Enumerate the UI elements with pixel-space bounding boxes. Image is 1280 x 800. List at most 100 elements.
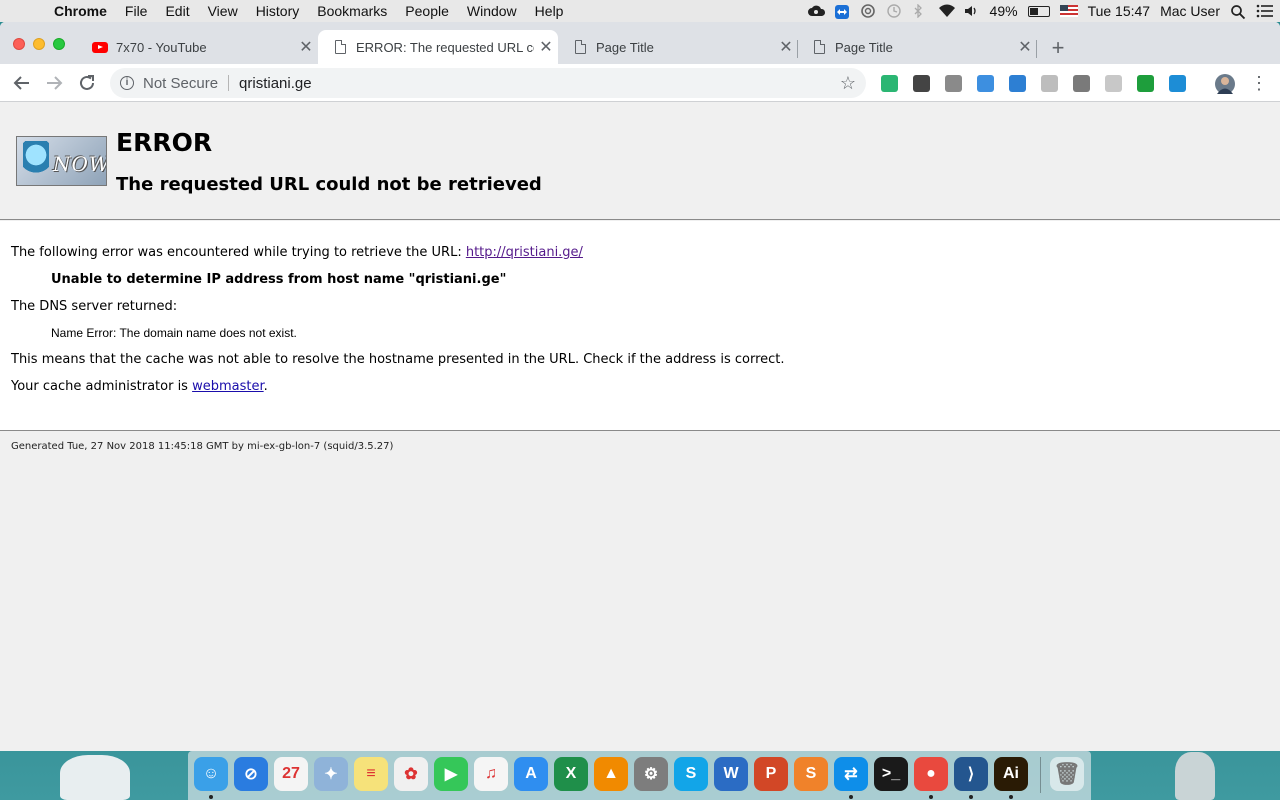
menu-bar: Chrome File Edit View History Bookmarks … [0,0,1280,22]
itunes-icon[interactable]: ♫ [474,757,508,791]
document-icon [332,39,348,55]
tab-close-icon[interactable]: ✕ [534,37,558,57]
wifi-icon[interactable] [938,4,955,18]
shield-extension-icon[interactable] [945,75,962,92]
dock-glyph: ⊘ [244,766,258,783]
vscode-icon[interactable]: ⟩ [954,757,988,791]
bluetooth-icon[interactable] [912,3,928,19]
dock-glyph: ⚙ [643,766,659,783]
spotlight-icon[interactable] [1230,4,1246,20]
dock-glyph: ✦ [324,766,338,783]
clock[interactable]: Tue 15:47 [1088,3,1151,19]
excel-icon[interactable]: X [554,757,588,791]
tab-youtube[interactable]: 7x70 - YouTube ✕ [78,30,318,64]
tab-close-icon[interactable]: ✕ [774,37,798,57]
dock-glyph: S [805,765,817,782]
squid-logo: NOW [16,136,107,186]
trash-icon[interactable]: 🗑 [1050,757,1084,791]
security-label[interactable]: Not Secure [143,75,218,92]
system-preferences-icon[interactable]: ⚙ [634,757,668,791]
green-extension-icon[interactable] [881,75,898,92]
terminal-icon[interactable]: >_ [874,757,908,791]
powerpoint-icon[interactable]: P [754,757,788,791]
green-download-extension-icon[interactable] [1137,75,1154,92]
s-extension-icon[interactable] [1169,75,1186,92]
vee-extension-icon[interactable] [1073,75,1090,92]
safari-icon[interactable]: ⊘ [234,757,268,791]
zoom-window-button[interactable] [53,38,65,50]
bookmark-star-icon[interactable]: ☆ [840,73,856,94]
tab-separator [1036,40,1037,58]
illustrator-icon[interactable]: Ai [994,757,1028,791]
skype-icon[interactable]: S [674,757,708,791]
dns-message: Name Error: The domain name does not exi… [51,326,297,340]
menu-help[interactable]: Help [526,3,573,19]
us-flag-icon[interactable] [1059,5,1078,17]
teamviewer-status-icon[interactable] [834,4,850,19]
tab-page-title[interactable]: Page Title ✕ [558,30,798,64]
calendar-icon[interactable]: 27 [274,757,308,791]
menu-window[interactable]: Window [458,3,526,19]
forward-button[interactable] [41,70,67,96]
error-subtitle: The requested URL could not be retrieved [116,174,542,195]
info-icon[interactable]: i [120,76,134,90]
error-title: ERROR [116,128,213,157]
notes-icon[interactable]: ≡ [354,757,388,791]
chrome-icon[interactable]: ● [914,757,948,791]
cc-sync-icon[interactable] [860,4,876,18]
mail-extension-icon[interactable] [1105,75,1122,92]
vlc-icon[interactable]: ▲ [594,757,628,791]
profile-avatar[interactable] [1215,74,1235,94]
tab-close-icon[interactable]: ✕ [1013,37,1037,57]
menu-edit[interactable]: Edit [156,3,198,19]
error-body: The following error was encountered whil… [0,221,1280,431]
minimize-window-button[interactable] [33,38,45,50]
volume-icon[interactable] [964,4,980,18]
download-arrow-extension-icon[interactable] [1009,75,1026,92]
app-store-icon[interactable]: A [514,757,548,791]
teamviewer-icon[interactable]: ⇄ [834,757,868,791]
facetime-icon[interactable]: ▶ [434,757,468,791]
wallpaper-boat [1175,752,1215,800]
menu-app-name[interactable]: Chrome [42,3,116,19]
intro-text: The following error was encountered whil… [11,245,466,260]
battery-icon[interactable] [1027,5,1050,17]
battery-percent[interactable]: 49% [990,3,1018,19]
intro-paragraph: The following error was encountered whil… [11,245,583,260]
menu-people[interactable]: People [396,3,458,19]
page-content: NOW ERROR The requested URL could not be… [0,102,1280,751]
dock-glyph: ⇄ [844,766,858,783]
menu-history[interactable]: History [247,3,309,19]
chrome-menu-icon[interactable]: ⋮ [1250,72,1268,94]
word-icon[interactable]: W [714,757,748,791]
creative-cloud-icon[interactable] [807,4,825,18]
close-window-button[interactable] [13,38,25,50]
address-bar[interactable]: i Not Secure qristiani.ge ☆ [110,68,866,98]
finder-icon[interactable]: ☺ [194,757,228,791]
tab-error-page[interactable]: ERROR: The requested URL co ✕ [318,30,558,64]
notification-center-icon[interactable] [1256,4,1273,18]
menu-view[interactable]: View [199,3,247,19]
calendar-extension-icon[interactable] [1041,75,1058,92]
preview-icon[interactable]: ✦ [314,757,348,791]
document-icon [572,39,588,55]
running-indicator [849,795,853,799]
menu-bookmarks[interactable]: Bookmarks [308,3,396,19]
new-tab-button[interactable]: + [1046,36,1070,60]
blue-square-extension-icon[interactable] [977,75,994,92]
tab-page-title-2[interactable]: Page Title ✕ [797,30,1037,64]
url-text[interactable]: qristiani.ge [239,75,312,92]
sublime-text-icon[interactable]: S [794,757,828,791]
back-button[interactable] [9,70,35,96]
requested-url-link[interactable]: http://qristiani.ge/ [466,245,583,260]
admin-prefix: Your cache administrator is [11,379,193,394]
photos-icon[interactable]: ✿ [394,757,428,791]
time-machine-icon[interactable] [886,4,902,18]
dock-glyph: 27 [282,765,300,782]
webmaster-link[interactable]: webmaster [192,379,264,394]
film-reel-extension-icon[interactable] [913,75,930,92]
user-name[interactable]: Mac User [1160,3,1220,19]
menu-file[interactable]: File [116,3,157,19]
tab-close-icon[interactable]: ✕ [294,37,318,57]
reload-button[interactable] [74,70,100,96]
